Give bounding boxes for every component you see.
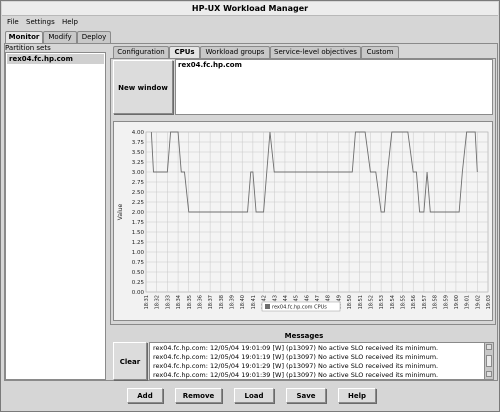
y-tick-label: 3.50 [132,150,145,156]
x-tick-label: 18:34 [176,295,182,309]
x-tick-label: 18:40 [240,295,246,309]
messages-scrollbar[interactable] [484,343,493,379]
x-tick-label: 18:59 [443,295,449,309]
y-tick-label: 3.75 [132,140,145,146]
x-tick-label: 18:37 [208,295,214,309]
x-tick-label: 18:36 [197,295,203,309]
y-tick-label: 1.00 [132,250,145,256]
partition-sets-label: Partition sets [5,44,51,52]
menu-settings[interactable]: Settings [26,18,55,26]
y-tick-label: 1.25 [132,240,145,246]
scroll-up-arrow-icon[interactable] [486,344,492,350]
new-window-button[interactable]: New window [113,60,173,114]
tab-configuration[interactable]: Configuration [113,46,169,58]
y-tick-label: 1.75 [132,220,145,226]
tab-workload-groups[interactable]: Workload groups [200,46,270,58]
message-line: rex04.fc.hp.com: 12/05/04 19:01:09 [W] (… [153,344,439,352]
x-tick-label: 19:00 [454,295,460,309]
tab-custom[interactable]: Custom [361,46,399,58]
scroll-down-arrow-icon[interactable] [486,371,492,377]
x-tick-label: 18:57 [422,295,428,309]
x-tick-label: 18:41 [251,295,257,309]
bottom-button-bar: Add Remove Load Save Help [2,383,498,411]
legend-swatch [265,304,270,309]
menu-bar: File Settings Help [2,16,498,29]
message-line: rex04.fc.hp.com: 12/05/04 19:01:19 [W] (… [153,353,439,361]
cpu-chart-svg: 0.00 0.25 0.50 0.75 1.00 1.25 1.50 1.75 2.00 2.25… [117,130,492,312]
tab-cpus[interactable]: CPUs [169,46,200,58]
list-item[interactable]: rex04.fc.hp.com [178,61,490,69]
y-tick-label: 2.25 [132,200,145,206]
save-button[interactable]: Save [286,388,326,403]
tab-modify[interactable]: Modify [43,31,77,43]
x-tick-label: 18:32 [155,295,161,309]
y-tick-label: 0.00 [132,290,145,296]
x-tick-label: 18:56 [411,295,417,309]
y-tick-label: 0.50 [132,270,145,276]
x-tick-label: 18:35 [187,295,193,309]
list-item[interactable]: rex04.fc.hp.com [7,54,104,64]
remove-button[interactable]: Remove [175,388,222,403]
x-tick-label: 18:52 [368,295,374,309]
scroll-thumb[interactable] [486,355,492,367]
x-tick-label: 18:39 [230,295,236,309]
host-list[interactable]: rex04.fc.hp.com [175,59,493,115]
x-tick-label: 19:03 [486,295,492,309]
x-tick-label: 18:51 [358,295,364,309]
x-tick-label: 18:55 [401,295,407,309]
x-tick-label: 18:33 [165,295,171,309]
messages-title: Messages [284,332,324,340]
tab-service-level-objectives[interactable]: Service-level objectives [270,46,361,58]
add-button[interactable]: Add [127,388,163,403]
y-tick-label: 1.50 [132,230,145,236]
x-tick-label: 18:58 [433,295,439,309]
y-tick-label: 0.75 [132,260,145,266]
y-tick-label: 4.00 [132,130,145,136]
x-tick-label: 19:01 [465,295,471,309]
y-tick-label: 2.75 [132,180,145,186]
message-line: rex04.fc.hp.com: 12/05/04 19:01:29 [W] (… [153,362,439,370]
load-button[interactable]: Load [234,388,274,403]
help-button[interactable]: Help [338,388,376,403]
cpu-chart: 0.00 0.25 0.50 0.75 1.00 1.25 1.50 1.75 2.00 2.25… [113,121,493,321]
message-line: rex04.fc.hp.com: 12/05/04 19:01:39 [W] (… [153,371,439,379]
partition-sets-list[interactable]: rex04.fc.hp.com [5,52,106,380]
menu-help[interactable]: Help [62,18,78,26]
x-tick-label: 18:38 [219,295,225,309]
y-tick-label: 0.25 [132,280,145,286]
x-tick-label: 18:31 [144,295,150,309]
tab-deploy[interactable]: Deploy [77,31,111,43]
clear-button[interactable]: Clear [113,342,147,380]
y-tick-label: 2.00 [132,210,145,216]
x-tick-label: 18:53 [379,295,385,309]
menu-file[interactable]: File [7,18,19,26]
x-tick-label: 18:50 [347,295,353,309]
legend-label: rex04.fc.hp.com CPUs [272,305,327,311]
messages-list: rex04.fc.hp.com: 12/05/04 19:01:09 [W] (… [149,342,494,380]
window-title: HP-UX Workload Manager [2,2,498,16]
y-tick-label: 3.00 [132,170,145,176]
x-tick-label: 19:02 [475,295,481,309]
y-tick-label: 3.25 [132,160,145,166]
x-tick-label: 18:54 [390,295,396,309]
y-axis-label: Value [117,203,124,220]
y-tick-label: 2.50 [132,190,145,196]
app-window: HP-UX Workload Manager File Settings Hel… [0,0,500,412]
